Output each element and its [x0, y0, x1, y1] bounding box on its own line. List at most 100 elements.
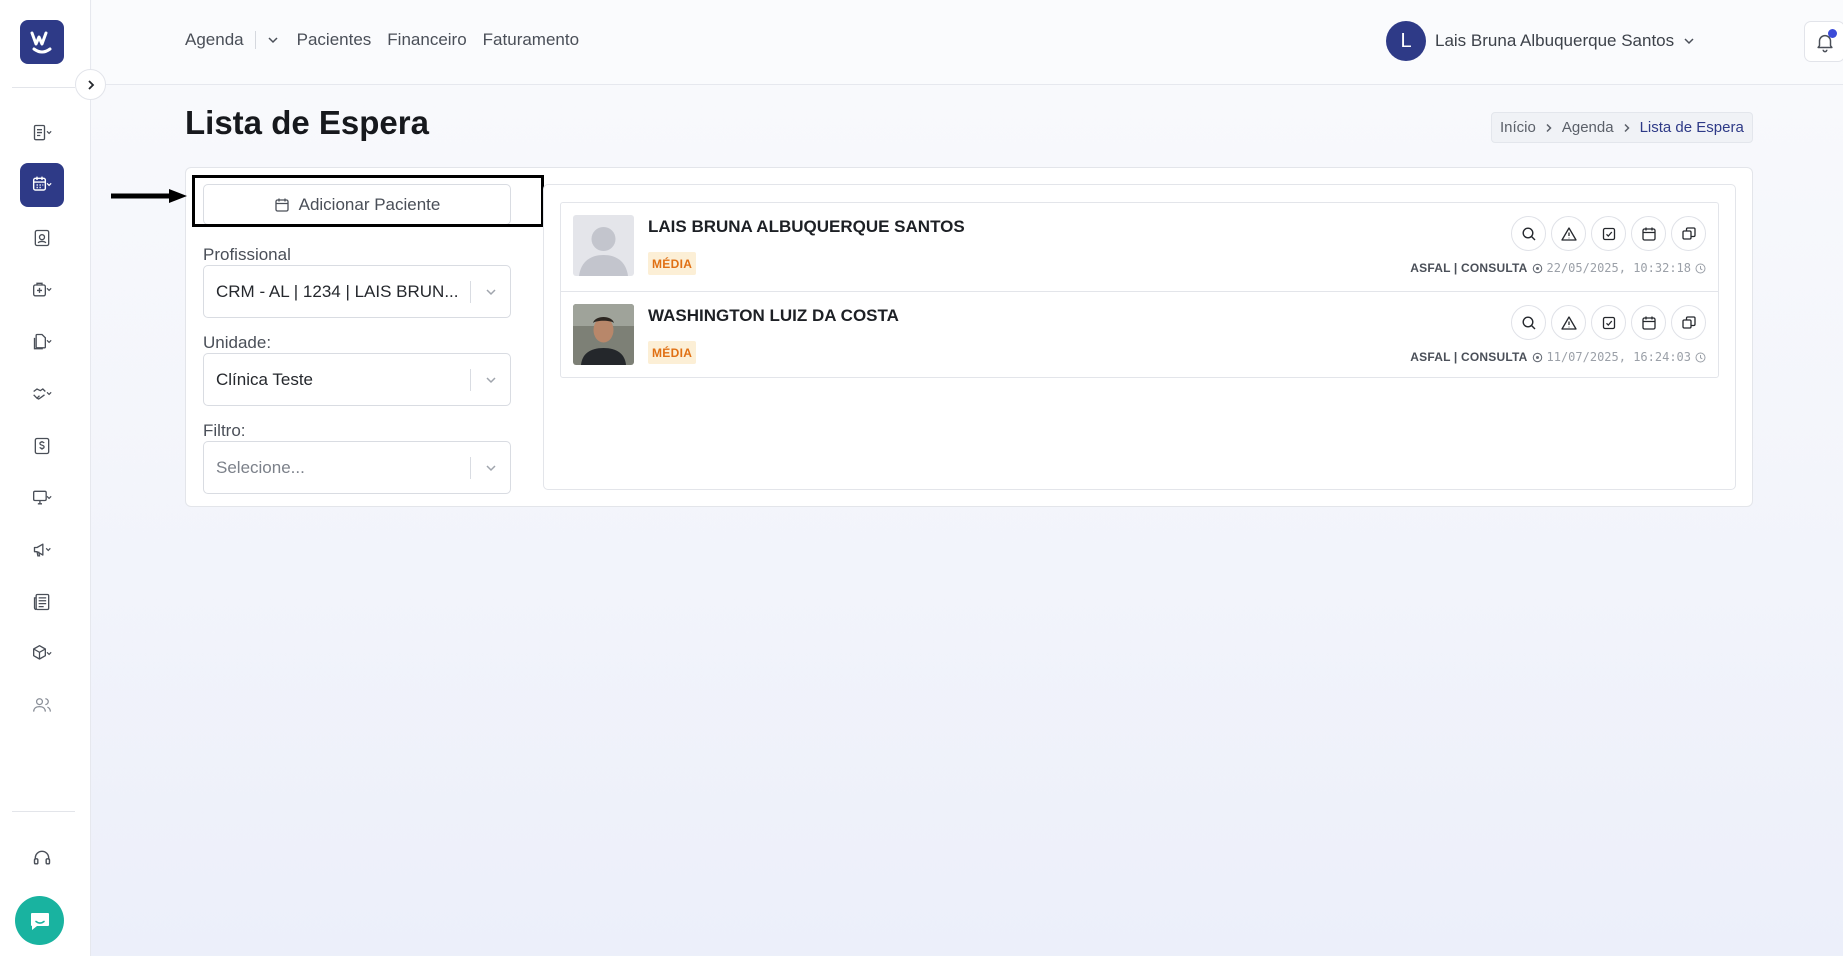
warning-icon	[1560, 315, 1577, 330]
chevron-down-icon	[1684, 38, 1694, 45]
schedule-button[interactable]	[1631, 216, 1666, 251]
chevron-down-icon	[471, 461, 510, 475]
search-icon	[1521, 226, 1535, 240]
breadcrumb-inicio[interactable]: Início	[1500, 119, 1536, 136]
breadcrumb: Início Agenda Lista de Espera	[1491, 112, 1753, 143]
checkbox-icon	[1602, 227, 1615, 240]
app-logo[interactable]	[20, 20, 64, 64]
view-button[interactable]	[1511, 216, 1546, 251]
nav-agenda-dropdown[interactable]	[266, 33, 280, 47]
sidebar-item-medical[interactable]	[20, 268, 64, 312]
document-list-icon	[33, 124, 52, 141]
alert-button[interactable]	[1551, 305, 1586, 340]
row-meta: ASFAL | CONSULTA 11/07/2025, 16:24:03	[1410, 350, 1706, 364]
sidebar-item-finance[interactable]	[20, 424, 64, 468]
breadcrumb-chevron-icon	[1544, 123, 1554, 133]
patient-name: LAIS BRUNA ALBUQUERQUE SANTOS	[648, 217, 965, 236]
sidebar-item-agenda[interactable]	[20, 163, 64, 207]
sidebar-item-support[interactable]	[20, 836, 64, 880]
patient-photo	[573, 304, 634, 365]
checkbox-icon	[1602, 316, 1615, 329]
row-actions	[1511, 305, 1706, 340]
procedure: ASFAL | CONSULTA	[1410, 261, 1528, 275]
filtro-select[interactable]: Selecione...	[203, 441, 511, 494]
waitlist: LAIS BRUNA ALBUQUERQUE SANTOS MÉDIA ASFA…	[560, 202, 1719, 378]
sidebar-divider	[12, 811, 75, 812]
unidade-label: Unidade:	[203, 333, 272, 352]
sidebar-item-users[interactable]	[20, 683, 64, 727]
notification-dot	[1828, 29, 1837, 38]
alert-button[interactable]	[1551, 216, 1586, 251]
warning-icon	[1560, 226, 1577, 241]
row-actions	[1511, 216, 1706, 251]
nav-faturamento[interactable]: Faturamento	[483, 30, 579, 50]
user-menu[interactable]: L Lais Bruna Albuquerque Santos	[1386, 21, 1696, 61]
profissional-value: CRM - AL | 1234 | LAIS BRUN...	[216, 281, 459, 301]
sidebar-item-marketing[interactable]	[20, 528, 64, 572]
notifications-button[interactable]	[1804, 21, 1843, 62]
search-icon	[1521, 315, 1535, 329]
handshake-icon	[33, 388, 52, 400]
sidebar-item-monitor[interactable]	[20, 476, 64, 520]
filtro-placeholder: Selecione...	[216, 457, 305, 477]
profissional-label: Profissional	[203, 245, 291, 264]
confirm-button[interactable]	[1591, 216, 1626, 251]
add-patient-button[interactable]: Adicionar Paciente	[203, 184, 511, 225]
clock-icon	[1695, 263, 1706, 274]
nav-separator	[254, 31, 256, 49]
sidebar-item-records[interactable]	[20, 111, 64, 155]
profissional-select[interactable]: CRM - AL | 1234 | LAIS BRUN...	[203, 265, 511, 318]
files-icon	[33, 333, 52, 350]
unidade-select[interactable]: Clínica Teste	[203, 353, 511, 406]
nav-agenda[interactable]: Agenda	[185, 30, 244, 50]
id-badge-icon	[34, 229, 50, 247]
breadcrumb-agenda[interactable]: Agenda	[1562, 119, 1614, 136]
calendar-icon	[274, 198, 289, 212]
arrow-pointer-icon	[111, 189, 187, 203]
procedure: ASFAL | CONSULTA	[1410, 350, 1528, 364]
top-nav: Agenda Pacientes Financeiro Faturamento	[185, 30, 579, 50]
sidebar	[0, 0, 91, 956]
priority-badge: MÉDIA	[648, 341, 697, 364]
calendar-icon	[1641, 227, 1656, 241]
sidebar-item-inventory[interactable]	[20, 632, 64, 676]
sidebar-expand-button[interactable]	[75, 69, 106, 100]
copy-icon	[1681, 226, 1696, 240]
newspaper-icon	[33, 593, 50, 611]
filtro-label: Filtro:	[203, 421, 246, 440]
breadcrumb-chevron-icon	[1622, 123, 1632, 133]
nav-pacientes[interactable]: Pacientes	[297, 30, 372, 50]
sidebar-item-reports[interactable]	[20, 580, 64, 624]
user-name: Lais Bruna Albuquerque Santos	[1435, 31, 1675, 50]
medical-kit-icon	[33, 282, 52, 297]
chevron-right-icon	[87, 79, 94, 90]
user-avatar: L	[1386, 21, 1426, 61]
headset-icon	[33, 850, 51, 865]
confirm-button[interactable]	[1591, 305, 1626, 340]
calendar-icon	[1641, 316, 1656, 330]
megaphone-icon	[33, 543, 51, 557]
top-bar: Agenda Pacientes Financeiro Faturamento …	[92, 0, 1843, 85]
waitlist-item[interactable]: WASHINGTON LUIZ DA COSTA MÉDIA ASFAL | C…	[561, 291, 1718, 379]
chevron-down-icon	[471, 373, 510, 387]
waitlist-item[interactable]: LAIS BRUNA ALBUQUERQUE SANTOS MÉDIA ASFA…	[561, 203, 1718, 291]
sidebar-item-care[interactable]	[20, 372, 64, 416]
priority-badge: MÉDIA	[648, 252, 697, 275]
chat-button[interactable]	[15, 896, 64, 945]
schedule-button[interactable]	[1631, 305, 1666, 340]
chat-bubble-icon	[30, 912, 49, 930]
users-icon	[33, 698, 51, 712]
datetime: 11/07/2025, 16:24:03	[1546, 350, 1692, 364]
copy-button[interactable]	[1671, 305, 1706, 340]
datetime: 22/05/2025, 10:32:18	[1546, 261, 1692, 275]
sidebar-item-patient-card[interactable]	[20, 216, 64, 260]
copy-button[interactable]	[1671, 216, 1706, 251]
sidebar-item-documents[interactable]	[20, 320, 64, 364]
box-icon	[33, 645, 52, 660]
clock-icon	[1695, 352, 1706, 363]
nav-financeiro[interactable]: Financeiro	[387, 30, 466, 50]
add-patient-label: Adicionar Paciente	[298, 194, 441, 214]
page-title: Lista de Espera	[185, 104, 429, 141]
logo-icon	[30, 31, 52, 54]
view-button[interactable]	[1511, 305, 1546, 340]
